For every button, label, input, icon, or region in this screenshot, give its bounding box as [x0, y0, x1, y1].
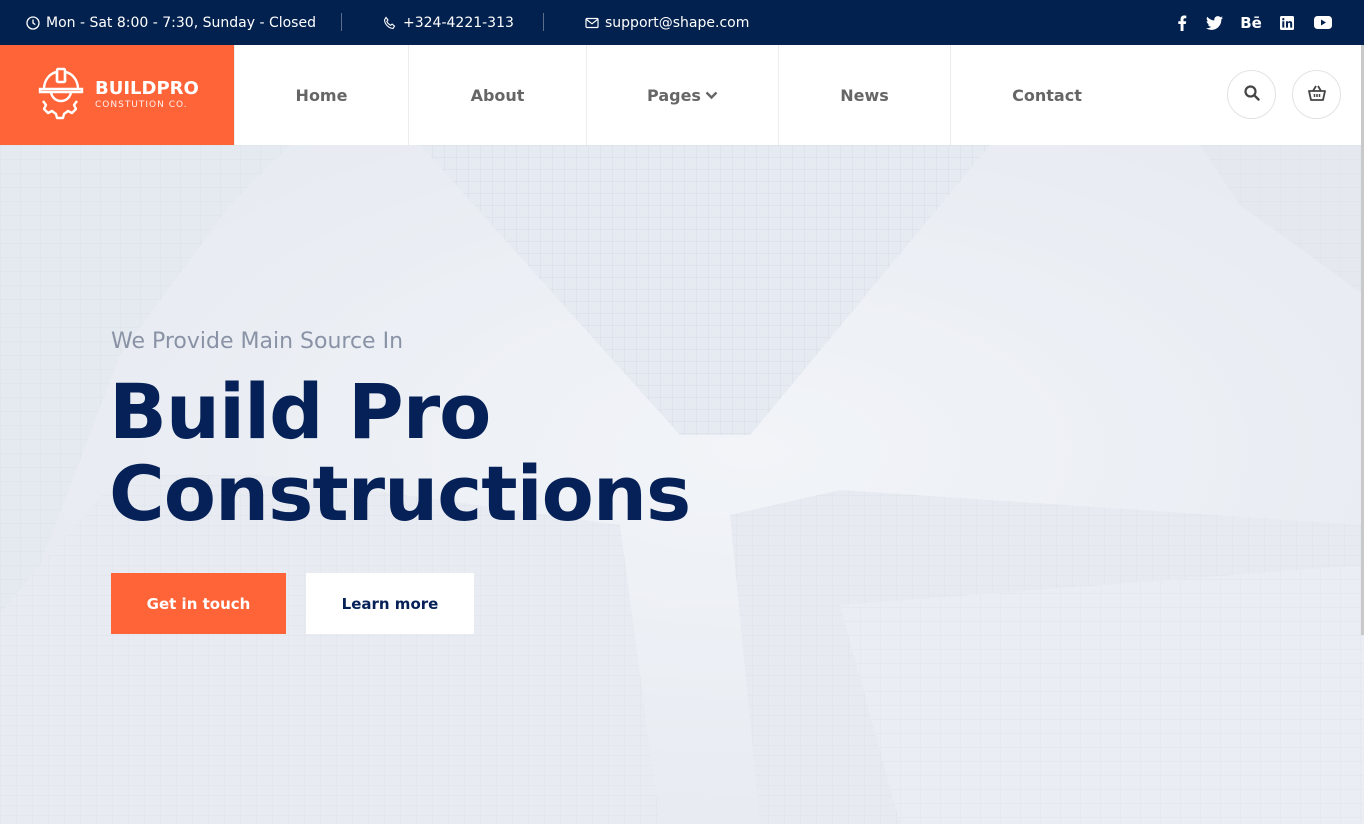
nav-home[interactable]: Home: [234, 45, 409, 145]
nav-pages[interactable]: Pages: [587, 45, 779, 145]
logo-tagline: CONSTUTION CO.: [95, 100, 188, 110]
business-hours: Mon - Sat 8:00 - 7:30, Sunday - Closed: [26, 0, 316, 45]
hero-subtitle: We Provide Main Source In: [111, 329, 404, 354]
nav-contact[interactable]: Contact: [951, 45, 1143, 145]
search-button[interactable]: [1227, 70, 1276, 119]
logo[interactable]: BUILDPRO CONSTUTION CO.: [0, 45, 234, 145]
helmet-gear-icon: [35, 65, 87, 125]
phone-icon: [383, 16, 397, 30]
linkedin-icon[interactable]: [1276, 0, 1298, 45]
behance-icon[interactable]: Bē: [1240, 0, 1262, 45]
main-header: BUILDPRO CONSTUTION CO. Home About Pages…: [0, 45, 1364, 145]
divider: [543, 13, 544, 31]
email-text: support@shape.com: [605, 14, 750, 31]
basket-icon: [1307, 85, 1326, 105]
phone-link[interactable]: +324-4221-313: [383, 0, 514, 45]
chevron-down-icon: [705, 91, 718, 100]
logo-name: BUILDPRO: [95, 78, 199, 99]
get-in-touch-button[interactable]: Get in touch: [111, 573, 286, 634]
envelope-icon: [585, 16, 599, 30]
learn-more-button[interactable]: Learn more: [306, 573, 474, 634]
youtube-icon[interactable]: [1312, 0, 1334, 45]
cart-button[interactable]: [1292, 70, 1341, 119]
hero-title-line-2: Constructions: [109, 449, 691, 538]
clock-icon: [26, 15, 40, 30]
twitter-icon[interactable]: [1203, 0, 1225, 45]
business-hours-text: Mon - Sat 8:00 - 7:30, Sunday - Closed: [46, 14, 316, 31]
hero-title-line-1: Build Pro: [109, 367, 491, 456]
search-icon: [1243, 84, 1260, 105]
nav-about[interactable]: About: [409, 45, 587, 145]
phone-text: +324-4221-313: [403, 14, 514, 31]
logo-text: BUILDPRO CONSTUTION CO.: [95, 79, 199, 111]
email-link[interactable]: support@shape.com: [585, 0, 749, 45]
hero-section: We Provide Main Source In Build Pro Cons…: [0, 145, 1364, 824]
top-bar: Mon - Sat 8:00 - 7:30, Sunday - Closed +…: [0, 0, 1364, 45]
facebook-icon[interactable]: [1171, 0, 1193, 45]
hero-title: Build Pro Constructions: [109, 367, 691, 538]
nav-news[interactable]: News: [779, 45, 951, 145]
divider: [341, 13, 342, 31]
